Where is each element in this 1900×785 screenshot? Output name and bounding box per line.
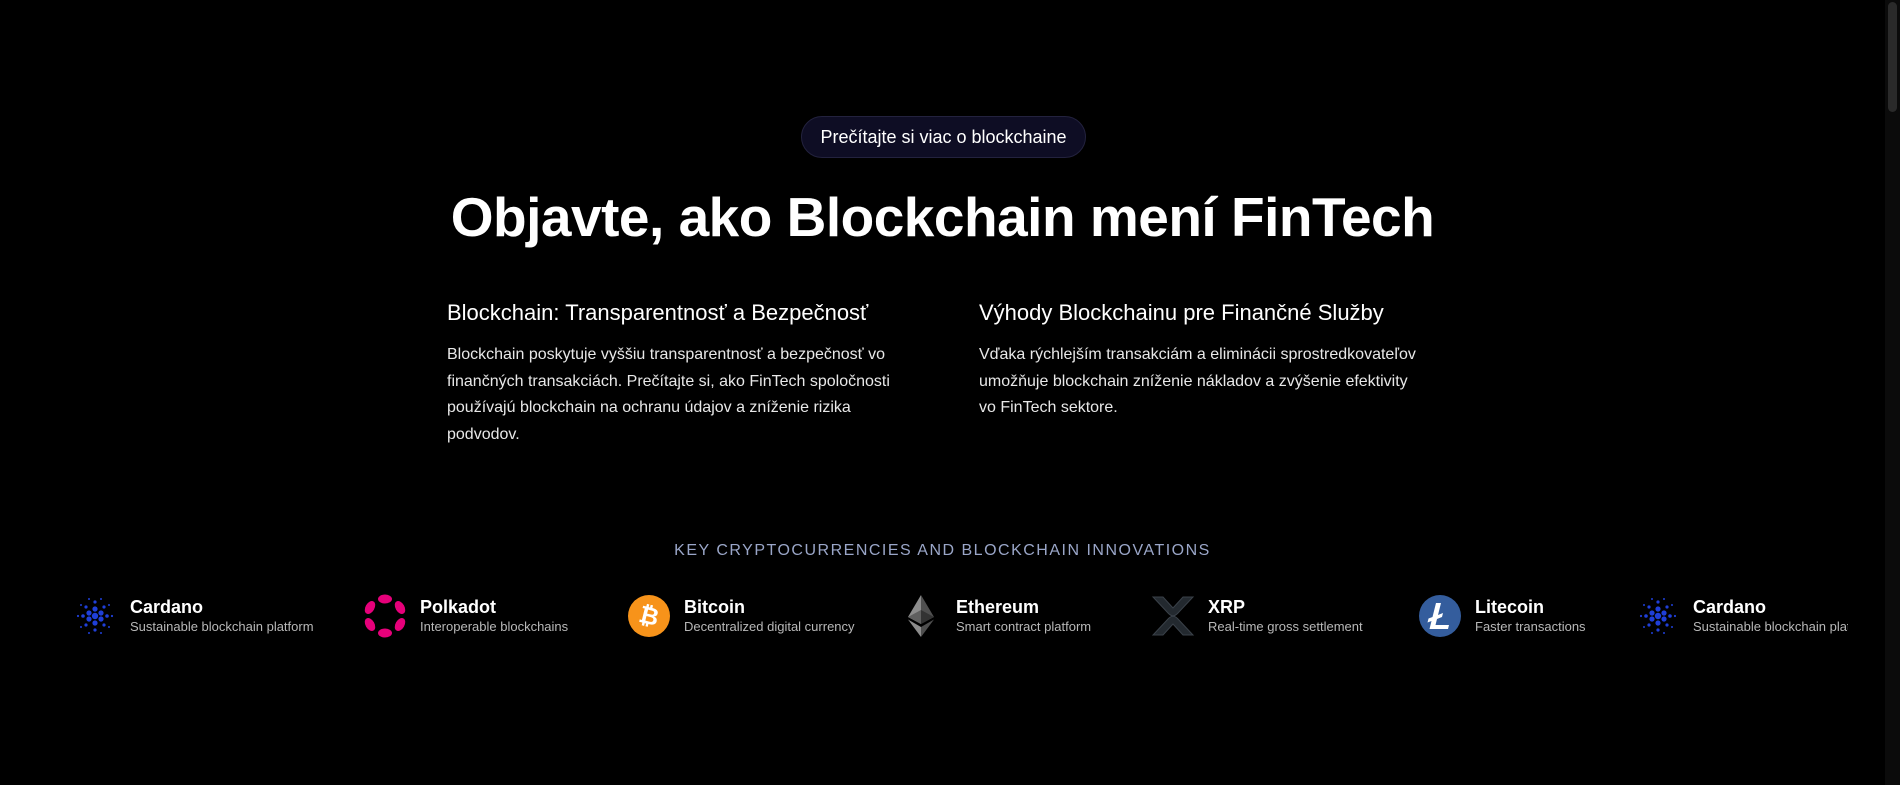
feature-benefits: Výhody Blockchainu pre Finančné Služby V… xyxy=(979,298,1429,422)
litecoin-icon xyxy=(1419,595,1461,637)
section-label: KEY CRYPTOCURRENCIES AND BLOCKCHAIN INNO… xyxy=(674,542,1211,559)
ticker-name: XRP xyxy=(1208,597,1246,617)
bitcoin-icon: ₿ xyxy=(628,595,670,637)
ticker-text: Polkadot Interoperable blockchains xyxy=(420,596,568,636)
ticker-item-cardano[interactable]: Cardano Sustainable blockchain platform xyxy=(72,590,314,642)
ticker-desc: Sustainable blockchain platform xyxy=(130,619,314,634)
crypto-ticker: Cardano Sustainable blockchain platform … xyxy=(72,590,1848,642)
ticker-desc: Sustainable blockchain platform xyxy=(1693,619,1848,634)
ticker-name: Litecoin xyxy=(1475,597,1545,617)
page: Prečítajte si viac o blockchaine Objavte… xyxy=(0,0,1900,785)
polkadot-icon xyxy=(364,594,406,638)
feature-title: Blockchain: Transparentnosť a Bezpečnosť xyxy=(447,300,869,325)
ticker-text: Ethereum Smart contract platform xyxy=(956,596,1091,636)
ticker-desc: Real-time gross settlement xyxy=(1208,619,1363,634)
ticker-item-cardano[interactable]: Cardano Sustainable blockchain platform xyxy=(1635,590,1848,642)
feature-body: Vďaka rýchlejším transakciám a elimináci… xyxy=(979,346,1416,416)
feature-body: Blockchain poskytuje vyššiu transparentn… xyxy=(447,346,890,443)
ticker-name: Polkadot xyxy=(420,597,497,617)
ticker-item-xrp[interactable]: XRP Real-time gross settlement xyxy=(1150,590,1363,642)
ethereum-icon xyxy=(908,595,934,637)
ticker-text: Cardano Sustainable blockchain platform xyxy=(1693,596,1848,636)
ticker-desc: Smart contract platform xyxy=(956,619,1092,634)
ticker-name: Ethereum xyxy=(956,597,1040,617)
xrp-icon xyxy=(1151,596,1195,636)
ticker-text: XRP Real-time gross settlement xyxy=(1208,596,1363,636)
ticker-item-ethereum[interactable]: Ethereum Smart contract platform xyxy=(898,590,1091,642)
ticker-item-bitcoin[interactable]: ₿ Bitcoin Decentralized digital currency xyxy=(626,590,855,642)
ticker-desc: Interoperable blockchains xyxy=(420,619,569,634)
feature-title: Výhody Blockchainu pre Finančné Služby xyxy=(979,300,1384,325)
ticker-text: Litecoin Faster transactions xyxy=(1475,596,1586,636)
scrollbar-thumb[interactable] xyxy=(1888,2,1897,112)
ticker-name: Cardano xyxy=(1693,597,1767,617)
cardano-icon xyxy=(1639,598,1677,634)
ticker-desc: Faster transactions xyxy=(1475,619,1586,634)
ticker-name: Bitcoin xyxy=(684,597,745,617)
ticker-name: Cardano xyxy=(130,597,204,617)
ticker-item-litecoin[interactable]: Litecoin Faster transactions xyxy=(1417,590,1586,642)
read-more-blockchain-button[interactable]: Prečítajte si viac o blockchaine xyxy=(801,116,1086,158)
ticker-text: Cardano Sustainable blockchain platform xyxy=(130,596,314,636)
ticker-desc: Decentralized digital currency xyxy=(684,619,855,634)
vertical-scrollbar[interactable] xyxy=(1885,0,1900,785)
cardano-icon xyxy=(76,598,114,634)
ticker-item-polkadot[interactable]: Polkadot Interoperable blockchains xyxy=(362,590,568,642)
ticker-text: Bitcoin Decentralized digital currency xyxy=(684,596,855,636)
feature-transparency: Blockchain: Transparentnosť a Bezpečnosť… xyxy=(447,298,897,448)
page-title: Objavte, ako Blockchain mení FinTech xyxy=(450,186,1435,248)
